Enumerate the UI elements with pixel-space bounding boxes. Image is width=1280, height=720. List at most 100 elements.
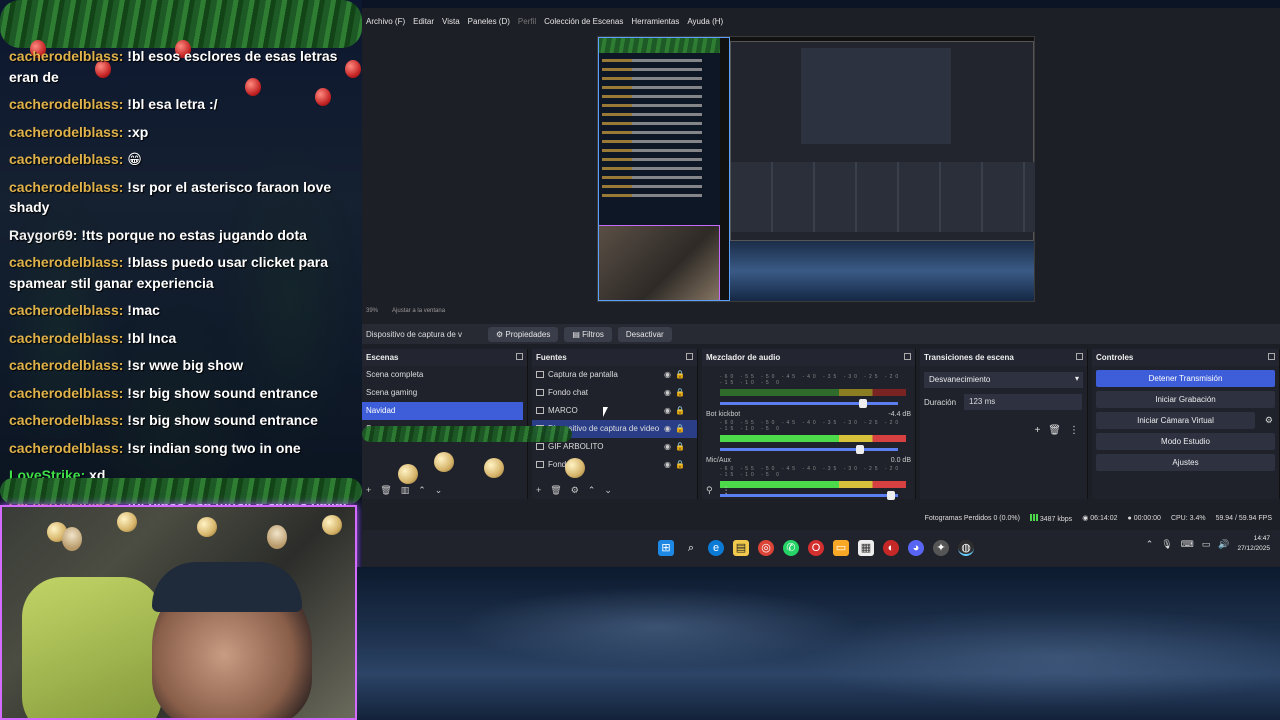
- chat-text: 😁: [123, 151, 142, 167]
- chat-username: cacherodelblass:: [9, 178, 124, 195]
- scene-item[interactable]: Scena gaming: [362, 384, 527, 402]
- arrow-down-icon[interactable]: ⌄: [435, 485, 443, 496]
- lock-icon[interactable]: 🔒: [675, 438, 685, 456]
- settings-button[interactable]: Ajustes: [1096, 454, 1275, 471]
- chrome-icon[interactable]: ◎: [758, 540, 774, 556]
- search-icon[interactable]: ⌕: [683, 540, 699, 556]
- eye-icon[interactable]: ◉: [664, 384, 671, 402]
- transitions-dock: Transiciones de escena Desvanecimiento ▾ …: [920, 349, 1088, 499]
- arrow-down-icon[interactable]: ⌄: [604, 485, 612, 496]
- source-item[interactable]: Fondo ◉ 🔒: [532, 456, 697, 474]
- cpu-usage: CPU: 3.4%: [1170, 514, 1206, 522]
- add-scene-icon[interactable]: +: [366, 485, 371, 495]
- controls-dock: Controles Detener Transmisión Iniciar Gr…: [1092, 349, 1280, 499]
- lock-icon[interactable]: 🔒: [675, 456, 685, 474]
- windows-start-icon[interactable]: ⊞: [658, 540, 674, 556]
- sources-title: Fuentes: [532, 349, 697, 366]
- sticky-notes-icon[interactable]: ▤: [733, 540, 749, 556]
- stop-stream-button[interactable]: Detener Transmisión: [1096, 370, 1275, 387]
- virtual-camera-button[interactable]: Iniciar Cámara Virtual ⚙: [1096, 412, 1273, 429]
- microphone-icon[interactable]: 🎙: [1161, 539, 1172, 550]
- menu-profile[interactable]: Perfil: [514, 14, 540, 30]
- opera-icon[interactable]: O: [808, 540, 824, 556]
- menu-help[interactable]: Ayuda (H): [683, 14, 727, 30]
- lock-icon[interactable]: 🔒: [675, 402, 685, 420]
- link-icon[interactable]: ⚲: [706, 485, 713, 496]
- chat-message: cacherodelblass: !mac: [9, 300, 359, 321]
- mixer-channel: -60 -55 -50 -45 -40 -35 -30 -25 -20 -15 …: [702, 372, 915, 408]
- obs-icon[interactable]: ◍: [958, 540, 974, 556]
- menu-panels[interactable]: Paneles (D): [464, 14, 514, 30]
- discord-icon[interactable]: ◕: [908, 540, 924, 556]
- eye-icon[interactable]: ◉: [664, 438, 671, 456]
- calendar-icon[interactable]: ▦: [858, 540, 874, 556]
- source-label: GIF ARBOLITO: [548, 442, 604, 451]
- eye-icon[interactable]: ◉: [664, 456, 671, 474]
- menu-edit[interactable]: Editar: [409, 14, 438, 30]
- gear-icon[interactable]: ⚙: [571, 485, 579, 496]
- transition-type-select[interactable]: Desvanecimiento ▾: [924, 372, 1083, 388]
- trash-icon[interactable]: 🗑: [380, 485, 391, 496]
- ornament-icon: [398, 464, 418, 484]
- chevron-up-icon[interactable]: ⌃: [1146, 539, 1154, 550]
- file-explorer-icon[interactable]: ▭: [833, 540, 849, 556]
- deactivate-button[interactable]: Desactivar: [617, 326, 672, 342]
- mouse-cursor: [603, 407, 608, 417]
- trash-icon[interactable]: 🗑: [1048, 425, 1061, 436]
- add-source-icon[interactable]: +: [536, 485, 541, 495]
- menu-scene-collection[interactable]: Colección de Escenas: [540, 14, 627, 30]
- source-item[interactable]: Fondo chat ◉ 🔒: [532, 384, 697, 402]
- desktop-wallpaper: [357, 567, 1280, 720]
- chat-username: cacherodelblass:: [9, 123, 124, 140]
- edge-icon[interactable]: e: [708, 540, 724, 556]
- eye-icon[interactable]: ◉: [664, 402, 671, 420]
- chat-text: !sr indian song two in one: [123, 439, 301, 456]
- stream-preview[interactable]: [597, 36, 1035, 302]
- volume-slider[interactable]: [720, 399, 898, 408]
- start-recording-button[interactable]: Iniciar Grabación: [1096, 391, 1275, 408]
- lock-icon[interactable]: 🔒: [675, 384, 685, 402]
- studio-mode-button[interactable]: Modo Estudio: [1096, 433, 1275, 450]
- slider-knob[interactable]: [856, 445, 864, 454]
- app-icon[interactable]: ✦: [933, 540, 949, 556]
- properties-button[interactable]: ⚙ Propiedades: [488, 326, 559, 342]
- arrow-up-icon[interactable]: ⌃: [588, 485, 596, 496]
- clock[interactable]: 14:47 27/12/2025: [1237, 534, 1270, 554]
- clock-time: 14:47: [1253, 535, 1270, 542]
- status-bar: Fotogramas Perdidos 0 (0.0%) 3487 kbps ◉…: [362, 511, 1280, 525]
- lock-icon[interactable]: 🔒: [675, 420, 685, 438]
- ornament-icon: [434, 452, 454, 472]
- more-icon[interactable]: ⋮: [722, 485, 731, 496]
- lock-icon[interactable]: 🔒: [675, 366, 685, 384]
- source-item[interactable]: MARCO ◉ 🔒: [532, 402, 697, 420]
- filter-icon[interactable]: ▥: [401, 485, 410, 496]
- scene-item[interactable]: Scena completa: [362, 366, 527, 384]
- christmas-garland-bottom: [0, 478, 362, 504]
- source-item[interactable]: Captura de pantalla ◉ 🔒: [532, 366, 697, 384]
- volume-slider[interactable]: [720, 445, 898, 454]
- more-icon[interactable]: ⋮: [1069, 425, 1079, 436]
- source-type-icon: [536, 461, 544, 468]
- duration-input[interactable]: 123 ms: [964, 394, 1083, 410]
- whatsapp-icon[interactable]: ✆: [783, 540, 799, 556]
- monitor-icon[interactable]: ▭: [1202, 539, 1211, 550]
- keyboard-icon[interactable]: ⌨: [1181, 539, 1194, 550]
- chat-message: cacherodelblass: 😁: [9, 149, 359, 170]
- scene-item[interactable]: Navidad: [362, 402, 523, 420]
- slider-knob[interactable]: [859, 399, 868, 408]
- filters-button[interactable]: ▤ Filtros: [564, 326, 612, 342]
- menu-view[interactable]: Vista: [438, 14, 464, 30]
- volume-icon[interactable]: 🔊: [1218, 539, 1229, 550]
- menu-tools[interactable]: Herramientas: [627, 14, 683, 30]
- arrow-up-icon[interactable]: ⌃: [418, 485, 426, 496]
- menu-file[interactable]: Archivo (F): [362, 14, 409, 30]
- zoom-fit[interactable]: Ajustar a la ventana: [392, 308, 445, 314]
- eye-icon[interactable]: ◉: [664, 366, 671, 384]
- eye-icon[interactable]: ◉: [664, 420, 671, 438]
- zoom-level[interactable]: 39%: [366, 308, 378, 314]
- trash-icon[interactable]: 🗑: [550, 485, 561, 496]
- record-time: ● 00:00:00: [1127, 514, 1161, 522]
- gear-icon[interactable]: ⚙: [1265, 412, 1273, 429]
- app-icon[interactable]: ◐: [883, 540, 899, 556]
- add-icon[interactable]: +: [1034, 425, 1040, 436]
